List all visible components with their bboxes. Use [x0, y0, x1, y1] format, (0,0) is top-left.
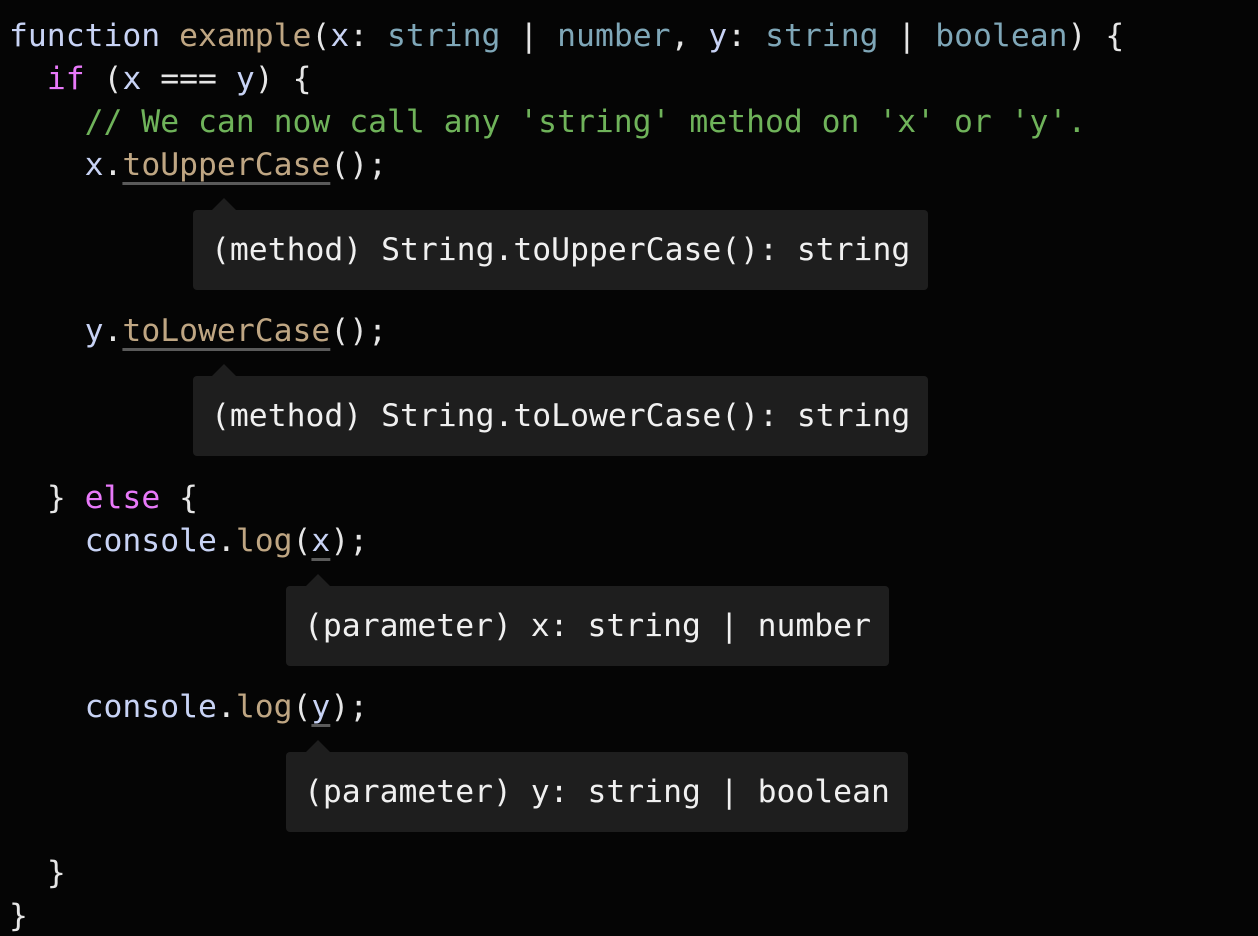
method-log[interactable]: log [236, 523, 293, 559]
comma: , [670, 18, 690, 54]
var-y[interactable]: y [236, 61, 255, 97]
paren-open: ( [292, 523, 312, 559]
method-to-upper-case[interactable]: toUpperCase [122, 147, 330, 183]
type-string[interactable]: string [765, 18, 878, 54]
dot: . [103, 147, 123, 183]
union-pipe: | [519, 18, 539, 54]
paren-open: ( [292, 689, 312, 725]
paren-open: ( [311, 18, 331, 54]
hover-tooltip-param-y: (parameter) y: string | boolean [286, 752, 908, 832]
tooltip-arrow [306, 740, 330, 752]
code-line-log-y[interactable]: console.log(y); [9, 687, 369, 727]
dot: . [103, 313, 123, 349]
code-editor[interactable]: function example(x: string | number, y: … [0, 0, 1258, 936]
tooltip-arrow [212, 198, 236, 210]
paren-close: ) [254, 61, 274, 97]
type-boolean[interactable]: boolean [935, 18, 1067, 54]
dot: . [216, 523, 236, 559]
call-tail: ); [330, 689, 369, 725]
arg-x[interactable]: x [311, 523, 330, 559]
console-object[interactable]: console [85, 523, 217, 559]
function-keyword: function [9, 18, 161, 54]
code-line-else[interactable]: } else { [9, 478, 198, 518]
code-line-to-lower[interactable]: y.toLowerCase(); [9, 311, 387, 351]
arg-y[interactable]: y [311, 689, 330, 725]
code-line-to-upper[interactable]: x.toUpperCase(); [9, 145, 387, 185]
hover-tooltip-to-lower-case: (method) String.toLowerCase(): string [193, 376, 929, 456]
brace-open: { [179, 480, 199, 516]
method-log[interactable]: log [236, 689, 293, 725]
colon: : [727, 18, 747, 54]
hover-tooltip-to-upper-case: (method) String.toUpperCase(): string [193, 210, 929, 290]
hover-tooltip-param-x: (parameter) x: string | number [286, 586, 889, 666]
else-keyword: else [84, 480, 161, 516]
var-y[interactable]: y [85, 313, 104, 349]
brace-open: { [1105, 18, 1125, 54]
var-x[interactable]: x [85, 147, 104, 183]
code-line-if[interactable]: if (x === y) { [9, 59, 312, 99]
brace-open: { [292, 61, 312, 97]
strict-equals-operator: === [160, 61, 217, 97]
type-string[interactable]: string [387, 18, 500, 54]
code-comment: // We can now call any 'string' method o… [84, 104, 1087, 140]
function-name[interactable]: example [179, 18, 311, 54]
dot: . [216, 689, 236, 725]
code-line-outer-close[interactable]: } [9, 896, 28, 936]
brace-close: } [46, 480, 66, 516]
code-line-comment[interactable]: // We can now call any 'string' method o… [9, 102, 1087, 142]
call-tail: ); [330, 523, 369, 559]
code-line-log-x[interactable]: console.log(x); [9, 521, 369, 561]
brace-close: } [46, 855, 66, 891]
param-y[interactable]: y [708, 18, 727, 54]
paren-open: ( [103, 61, 123, 97]
type-number[interactable]: number [557, 18, 670, 54]
if-keyword: if [46, 61, 85, 97]
call-tail: (); [330, 313, 388, 349]
console-object[interactable]: console [85, 689, 217, 725]
code-line-function-signature[interactable]: function example(x: string | number, y: … [9, 16, 1124, 56]
union-pipe: | [897, 18, 917, 54]
method-to-lower-case[interactable]: toLowerCase [122, 313, 330, 349]
brace-close: } [9, 898, 28, 934]
tooltip-arrow [306, 574, 330, 586]
param-x[interactable]: x [330, 18, 349, 54]
code-line-inner-close[interactable]: } [9, 853, 66, 893]
tooltip-arrow [212, 364, 236, 376]
var-x[interactable]: x [122, 61, 141, 97]
colon: : [349, 18, 369, 54]
paren-close: ) [1067, 18, 1087, 54]
call-tail: (); [330, 147, 388, 183]
